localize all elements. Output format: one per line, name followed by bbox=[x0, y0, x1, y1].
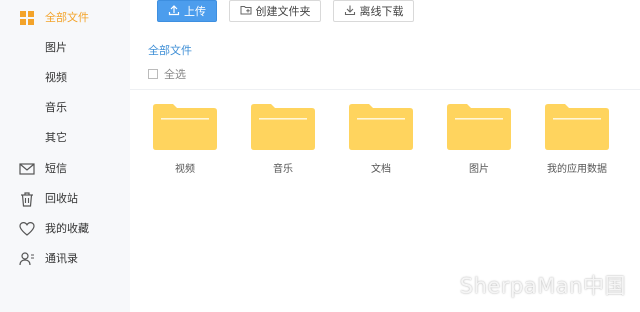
heart-icon bbox=[19, 221, 35, 237]
folder-icon bbox=[349, 104, 413, 150]
select-all-checkbox[interactable] bbox=[148, 69, 158, 79]
sidebar-item-images[interactable]: 图片 bbox=[0, 36, 130, 60]
sidebar-item-contacts[interactable]: 通讯录 bbox=[0, 247, 130, 271]
sidebar-item-label: 回收站 bbox=[45, 192, 78, 205]
new-folder-icon bbox=[240, 4, 252, 19]
sidebar-item-all-files[interactable]: 全部文件 bbox=[0, 6, 130, 30]
mail-icon bbox=[19, 161, 35, 177]
sidebar-item-videos[interactable]: 视频 bbox=[0, 66, 130, 90]
folder-name: 文档 bbox=[371, 164, 391, 175]
grid-icon bbox=[19, 10, 35, 26]
trash-icon bbox=[19, 191, 35, 207]
folder-icon bbox=[447, 104, 511, 150]
sidebar-item-label: 短信 bbox=[45, 162, 67, 175]
folder-icon bbox=[545, 104, 609, 150]
sidebar: 全部文件 图片 视频 音乐 其它 短信 回收站 我的收藏 通讯录 bbox=[0, 0, 130, 312]
watermark: SherpaMan中国 bbox=[459, 274, 626, 298]
folder-name: 视频 bbox=[175, 164, 195, 175]
folder-name: 音乐 bbox=[273, 164, 293, 175]
sidebar-item-music[interactable]: 音乐 bbox=[0, 96, 130, 120]
new-folder-button[interactable]: 创建文件夹 bbox=[229, 0, 321, 22]
folder-name: 我的应用数据 bbox=[547, 164, 607, 175]
sidebar-item-label: 图片 bbox=[45, 41, 67, 54]
upload-label: 上传 bbox=[184, 5, 206, 18]
new-folder-label: 创建文件夹 bbox=[255, 5, 311, 18]
folder-item[interactable]: 文档 bbox=[341, 104, 421, 176]
sidebar-item-favorites[interactable]: 我的收藏 bbox=[0, 217, 130, 241]
sidebar-item-label: 视频 bbox=[45, 71, 67, 84]
select-all-label: 全选 bbox=[164, 68, 186, 81]
folder-name: 图片 bbox=[469, 164, 489, 175]
contacts-icon bbox=[19, 251, 35, 267]
sidebar-item-label: 其它 bbox=[45, 131, 67, 144]
folder-icon bbox=[153, 104, 217, 150]
offline-download-button[interactable]: 离线下载 bbox=[333, 0, 414, 22]
sidebar-item-label: 通讯录 bbox=[45, 252, 78, 265]
sidebar-item-recycle-bin[interactable]: 回收站 bbox=[0, 187, 130, 211]
sidebar-item-label: 全部文件 bbox=[45, 11, 89, 24]
download-icon bbox=[344, 4, 356, 19]
folder-item[interactable]: 我的应用数据 bbox=[537, 104, 617, 176]
sidebar-item-label: 我的收藏 bbox=[45, 222, 89, 235]
breadcrumb[interactable]: 全部文件 bbox=[148, 42, 192, 58]
folder-item[interactable]: 视频 bbox=[145, 104, 225, 176]
select-all[interactable]: 全选 bbox=[148, 66, 186, 82]
sidebar-item-other[interactable]: 其它 bbox=[0, 126, 130, 150]
divider bbox=[130, 89, 640, 90]
sidebar-item-label: 音乐 bbox=[45, 101, 67, 114]
sidebar-item-sms[interactable]: 短信 bbox=[0, 157, 130, 181]
offline-download-label: 离线下载 bbox=[359, 5, 404, 18]
folder-item[interactable]: 音乐 bbox=[243, 104, 323, 176]
upload-button[interactable]: 上传 bbox=[157, 0, 217, 22]
folder-icon bbox=[251, 104, 315, 150]
folder-item[interactable]: 图片 bbox=[439, 104, 519, 176]
upload-icon bbox=[168, 4, 180, 19]
